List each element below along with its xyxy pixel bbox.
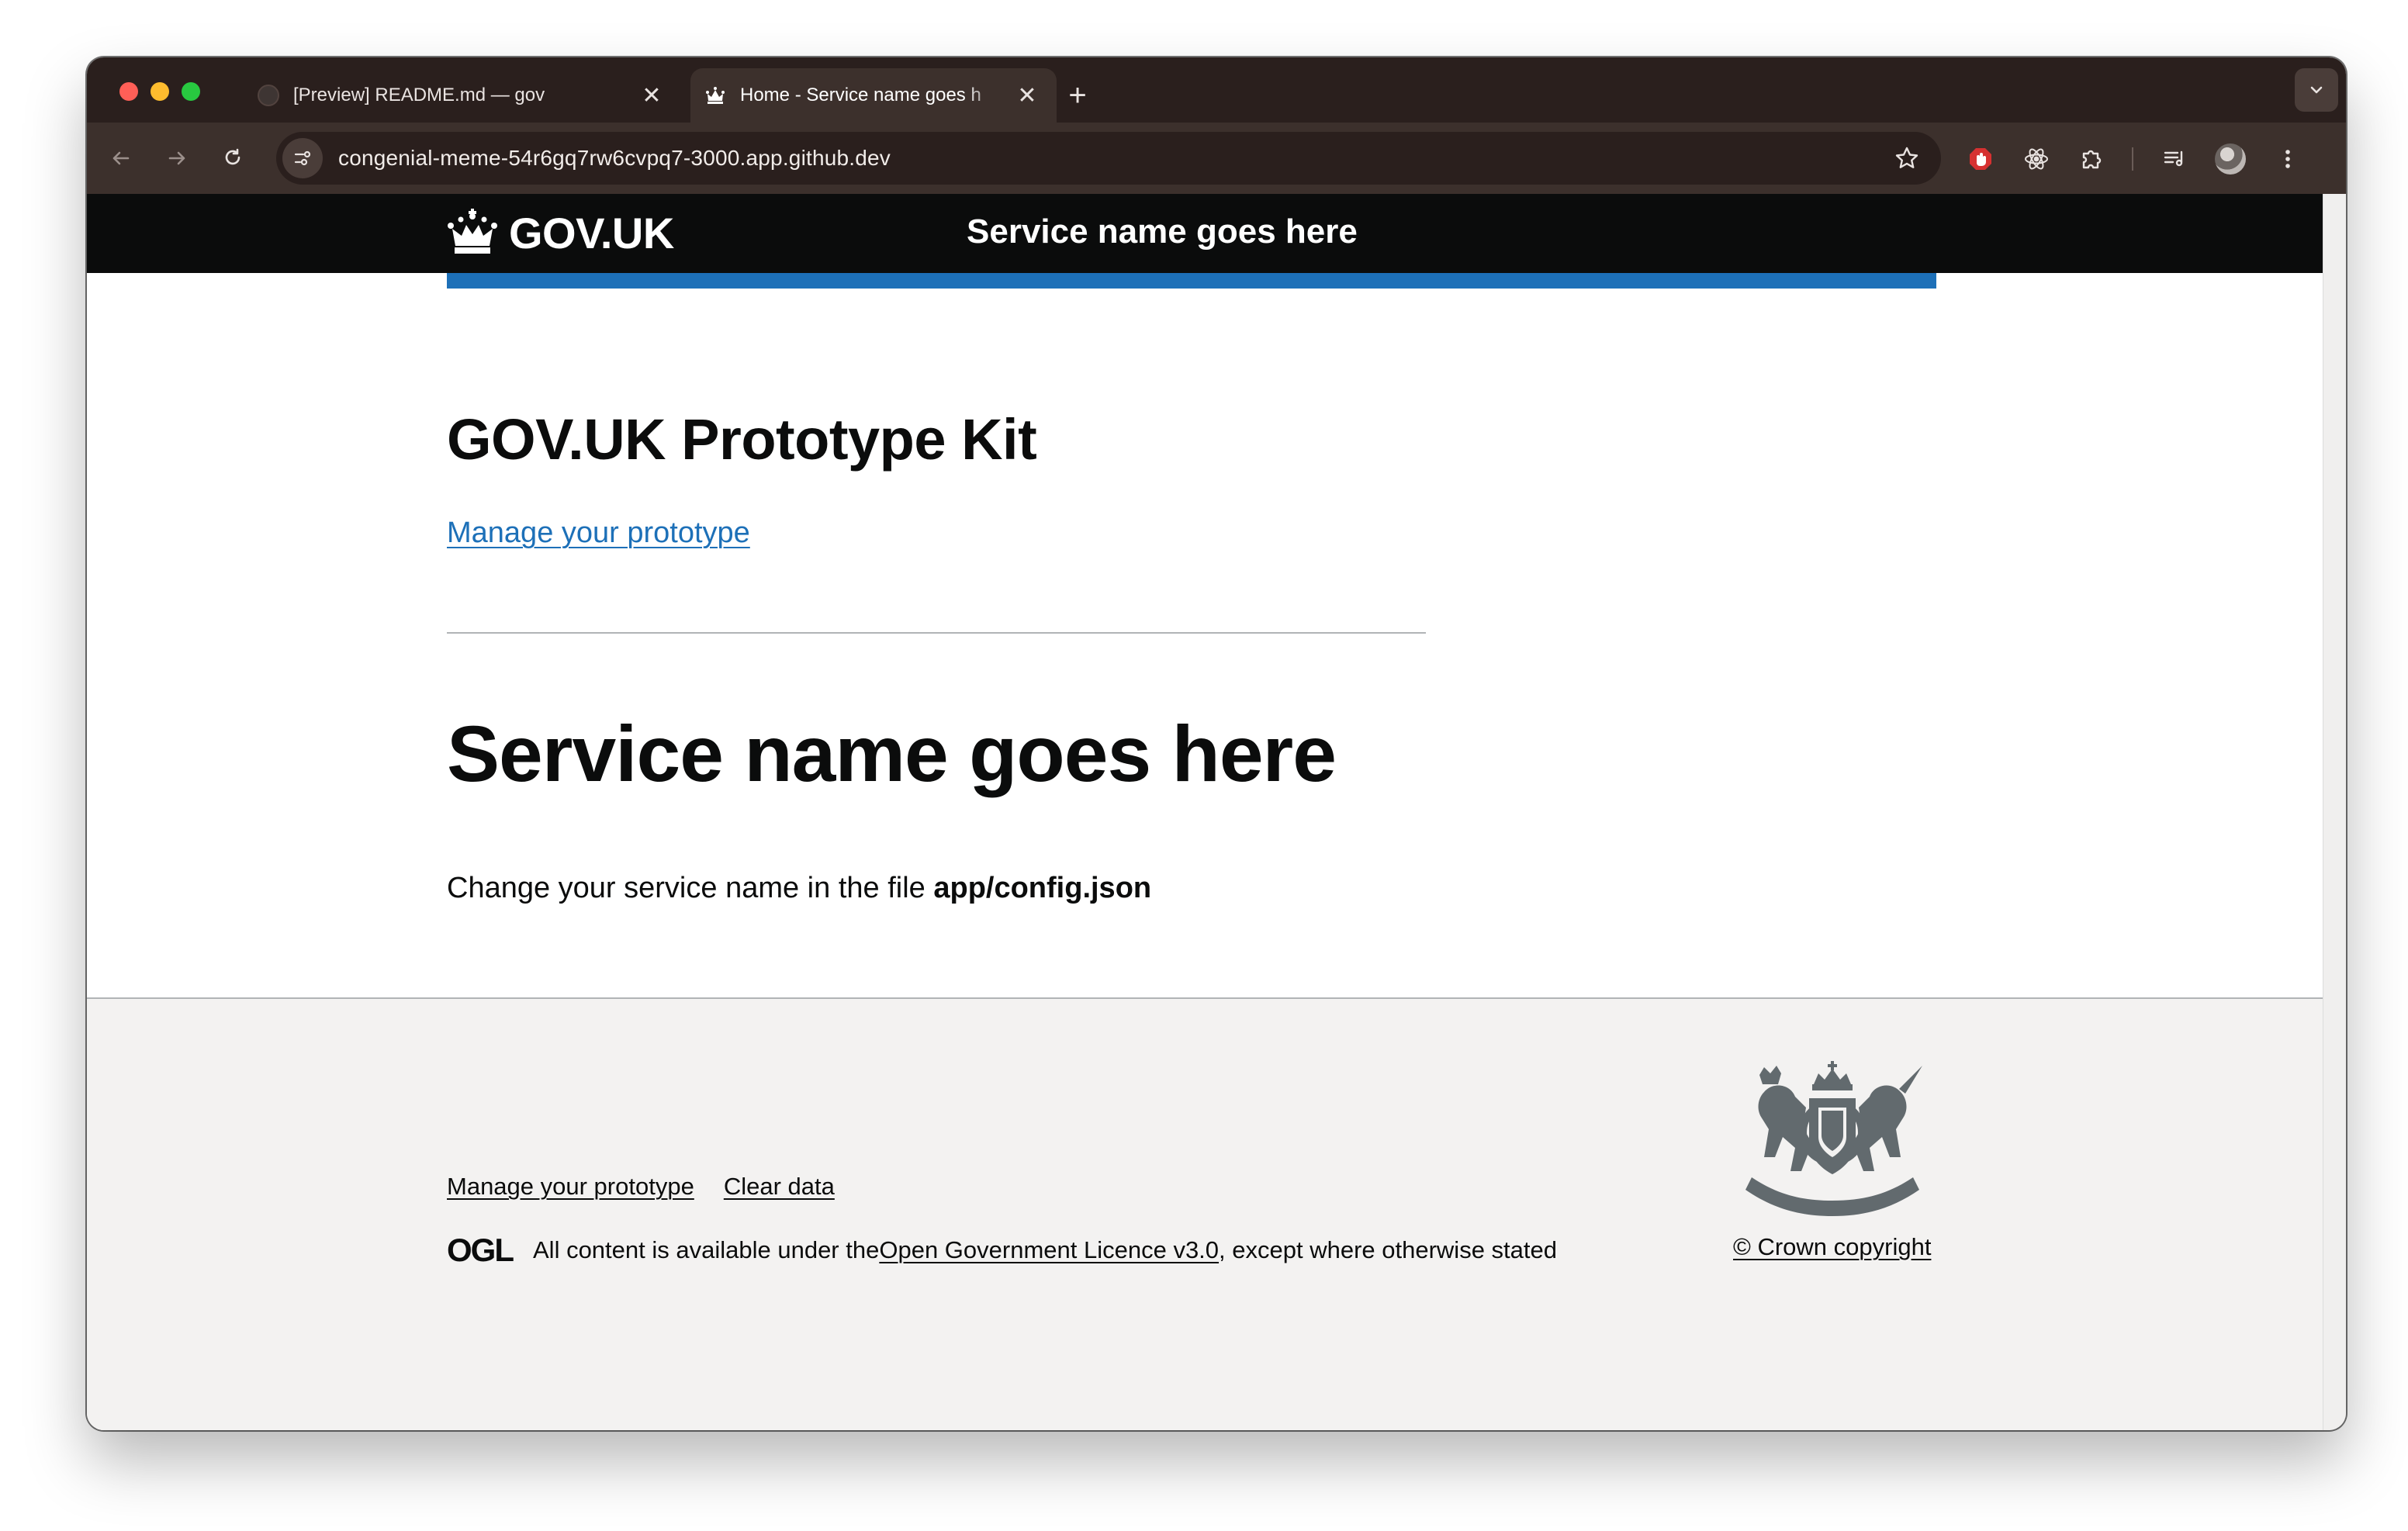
adblock-extension-icon[interactable] [1964, 143, 1997, 175]
footer-manage-prototype-link[interactable]: Manage your prototype [447, 1173, 694, 1201]
tab-search-button[interactable] [2295, 68, 2338, 112]
tab-title: [Preview] README.md — gov [293, 85, 545, 105]
tab-readme-preview[interactable]: [Preview] README.md — gov ✕ [239, 68, 681, 123]
browser-menu-button[interactable] [2271, 143, 2304, 175]
service-heading: Service name goes here [447, 710, 1337, 798]
config-file-name: app/config.json [933, 872, 1152, 904]
tab-strip: [Preview] README.md — gov ✕ Home - Servi… [87, 57, 2346, 123]
more-vertical-icon [2285, 150, 2290, 168]
govuk-logo-text: GOV.UK [509, 208, 674, 257]
page-title: GOV.UK Prototype Kit [447, 407, 1037, 472]
close-window-button[interactable] [119, 82, 138, 101]
manage-prototype-link[interactable]: Manage your prototype [447, 517, 750, 550]
avatar [2215, 143, 2246, 175]
licence-prefix: All content is available under the [533, 1236, 880, 1263]
govuk-header: GOV.UK Service name goes here [87, 194, 2323, 273]
licence-suffix: , except where otherwise stated [1219, 1236, 1557, 1263]
header-blue-border [447, 273, 1936, 289]
footer-licence: OGL All content is available under the O… [447, 1232, 1557, 1269]
govuk-logo-link[interactable]: GOV.UK [447, 202, 674, 264]
site-settings-icon[interactable] [282, 138, 323, 178]
service-name-link[interactable]: Service name goes here [967, 213, 1358, 251]
tab-title: Home - Service name goes h [740, 85, 981, 105]
footer-links: Manage your prototype Clear data [447, 1173, 835, 1201]
media-controls-icon[interactable] [2158, 143, 2191, 175]
maximize-window-button[interactable] [182, 82, 200, 101]
ogl-logo-icon: OGL [447, 1232, 514, 1268]
address-bar[interactable]: congenial-meme-54r6gq7rw6cvpq7-3000.app.… [276, 132, 1941, 185]
toolbar-divider [2132, 147, 2133, 171]
reload-icon [225, 148, 240, 165]
open-government-licence-link[interactable]: Open Government Licence v3.0 [879, 1236, 1219, 1264]
config-text: Change your service name in the file [447, 872, 934, 904]
tab-close-icon[interactable]: ✕ [636, 80, 667, 111]
govuk-footer: Manage your prototype Clear data OGL All… [87, 997, 2323, 1430]
page-viewport: GOV.UK Service name goes here GOV.UK Pro… [87, 194, 2323, 1430]
govuk-crown-icon [448, 209, 497, 254]
github-icon [258, 85, 279, 106]
chevron-down-icon [2310, 86, 2323, 94]
forward-button[interactable] [160, 141, 194, 175]
url-text[interactable]: congenial-meme-54r6gq7rw6cvpq7-3000.app.… [338, 146, 891, 171]
crown-copyright-link[interactable]: © Crown copyright [1733, 1233, 1931, 1261]
back-button[interactable] [104, 141, 138, 175]
section-divider [447, 632, 1426, 634]
tab-close-icon[interactable]: ✕ [1012, 80, 1043, 111]
extensions-puzzle-icon[interactable] [2076, 143, 2109, 175]
new-tab-button[interactable]: + [1058, 76, 1097, 115]
govuk-crown-icon [704, 85, 726, 106]
arrow-right-icon [168, 151, 185, 165]
profile-avatar[interactable] [2214, 143, 2247, 175]
browser-window: [Preview] README.md — gov ✕ Home - Servi… [87, 57, 2346, 1430]
browser-toolbar: congenial-meme-54r6gq7rw6cvpq7-3000.app.… [87, 123, 2346, 194]
config-instructions: Change your service name in the file app… [447, 872, 1151, 905]
scrollbar[interactable] [2323, 194, 2346, 1430]
footer-clear-data-link[interactable]: Clear data [724, 1173, 835, 1201]
reload-button[interactable] [216, 141, 250, 175]
minimize-window-button[interactable] [150, 82, 169, 101]
royal-coat-of-arms-icon [1745, 1061, 1922, 1216]
tab-service-home[interactable]: Home - Service name goes h ✕ [690, 68, 1057, 123]
react-devtools-icon[interactable] [2020, 143, 2053, 175]
arrow-left-icon [112, 151, 130, 165]
bookmark-star-icon[interactable] [1893, 144, 1921, 172]
